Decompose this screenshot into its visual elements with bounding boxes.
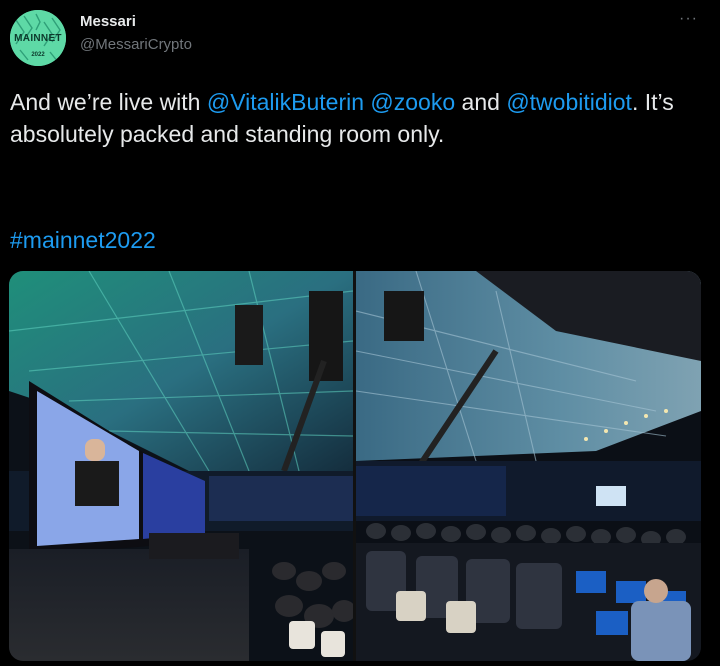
more-icon[interactable]: ···	[679, 10, 698, 28]
avatar[interactable]: MAINNET 2022	[10, 10, 66, 66]
media-grid	[9, 271, 701, 661]
audience-photo-image	[356, 271, 701, 661]
avatar-logo-text: MAINNET	[14, 32, 62, 44]
tweet-text: And we’re live with @VitalikButerin @zoo…	[10, 86, 710, 150]
tweet-text-segment: And we’re live with	[10, 89, 207, 115]
author-name[interactable]: Messari	[80, 13, 136, 30]
author-handle[interactable]: @MessariCrypto	[80, 36, 192, 53]
photo-audience[interactable]	[356, 271, 701, 661]
photo-stage[interactable]	[9, 271, 353, 661]
avatar-year-text: 2022	[31, 52, 45, 58]
hashtag-link[interactable]: #mainnet2022	[10, 224, 156, 256]
mention-twobitidiot[interactable]: @twobitidiot	[506, 89, 632, 115]
tweet-text-segment: and	[455, 89, 507, 115]
mention-vitalikbuterin[interactable]: @VitalikButerin	[207, 89, 364, 115]
mention-zooko[interactable]: @zooko	[370, 89, 455, 115]
stage-photo-image	[9, 271, 353, 661]
